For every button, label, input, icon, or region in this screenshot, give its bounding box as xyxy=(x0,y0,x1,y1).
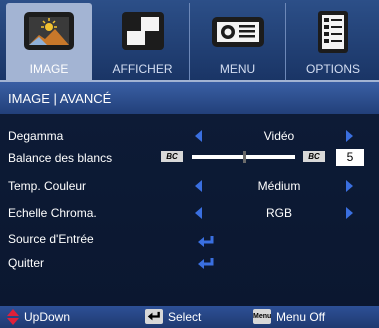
right-arrow-icon[interactable] xyxy=(346,207,353,219)
bc-left-badge: BC xyxy=(161,151,183,162)
menu-key-icon: Menu xyxy=(253,309,271,324)
tab-afficher-label: AFFICHER xyxy=(112,62,173,76)
menu-row-temp-couleur[interactable]: Temp. Couleur Médium xyxy=(0,175,379,197)
updown-hint: UpDown xyxy=(24,310,71,324)
balance-slider-handle[interactable] xyxy=(242,151,246,163)
footer-help-bar: UpDown Select Menu Menu Off xyxy=(0,306,379,328)
balance-value-box: 5 xyxy=(336,149,364,166)
enter-icon[interactable] xyxy=(197,235,215,249)
source-label: Source d'Entrée xyxy=(8,232,94,246)
menu-row-degamma[interactable]: Degamma Vidéo xyxy=(0,125,379,147)
menu-off-hint: Menu Off xyxy=(276,310,326,324)
tab-options[interactable]: OPTIONS xyxy=(287,3,379,80)
chroma-value: RGB xyxy=(265,206,292,220)
menu-row-source-entree[interactable]: Source d'Entrée xyxy=(0,228,379,250)
tab-afficher[interactable]: AFFICHER xyxy=(96,3,190,80)
chroma-label: Echelle Chroma. xyxy=(8,206,97,220)
menu-row-echelle-chroma[interactable]: Echelle Chroma. RGB xyxy=(0,202,379,224)
updown-arrow-icon xyxy=(7,309,19,325)
quit-label: Quitter xyxy=(8,256,45,270)
menu-row-quitter[interactable]: Quitter xyxy=(0,254,379,276)
menu-row-balance-des-blancs[interactable]: Balance des blancs BC BC 5 xyxy=(0,147,379,169)
select-hint: Select xyxy=(168,310,202,324)
projector-icon xyxy=(211,17,264,47)
projector-osd-menu: IMAGE AFFICHER MENU OPTIONS IMAGE | AVAN… xyxy=(0,0,379,328)
tab-image[interactable]: IMAGE xyxy=(6,3,92,80)
temp-label: Temp. Couleur xyxy=(8,179,87,193)
tab-bar: IMAGE AFFICHER MENU OPTIONS xyxy=(0,0,379,80)
left-arrow-icon[interactable] xyxy=(195,130,202,142)
right-arrow-icon[interactable] xyxy=(346,130,353,142)
display-icon xyxy=(121,12,164,50)
temp-value: Médium xyxy=(257,179,301,193)
left-arrow-icon[interactable] xyxy=(195,180,202,192)
page-title: IMAGE | AVANCÉ xyxy=(8,91,112,106)
tab-image-label: IMAGE xyxy=(29,62,69,76)
balance-label: Balance des blancs xyxy=(8,151,113,165)
enter-icon[interactable] xyxy=(197,257,215,271)
left-arrow-icon[interactable] xyxy=(195,207,202,219)
options-icon xyxy=(318,11,348,53)
tab-options-label: OPTIONS xyxy=(305,62,360,76)
bc-right-badge: BC xyxy=(303,151,325,162)
degamma-label: Degamma xyxy=(8,129,64,143)
tab-menu[interactable]: MENU xyxy=(190,3,286,80)
degamma-value: Vidéo xyxy=(263,129,295,143)
right-arrow-icon[interactable] xyxy=(346,180,353,192)
image-icon xyxy=(24,12,74,50)
menu-body: Degamma Vidéo Balance des blancs BC BC 5… xyxy=(0,114,379,306)
enter-key-icon xyxy=(145,309,163,324)
menu-title-bar: IMAGE | AVANCÉ xyxy=(0,80,379,114)
tab-menu-label: MENU xyxy=(219,62,256,76)
